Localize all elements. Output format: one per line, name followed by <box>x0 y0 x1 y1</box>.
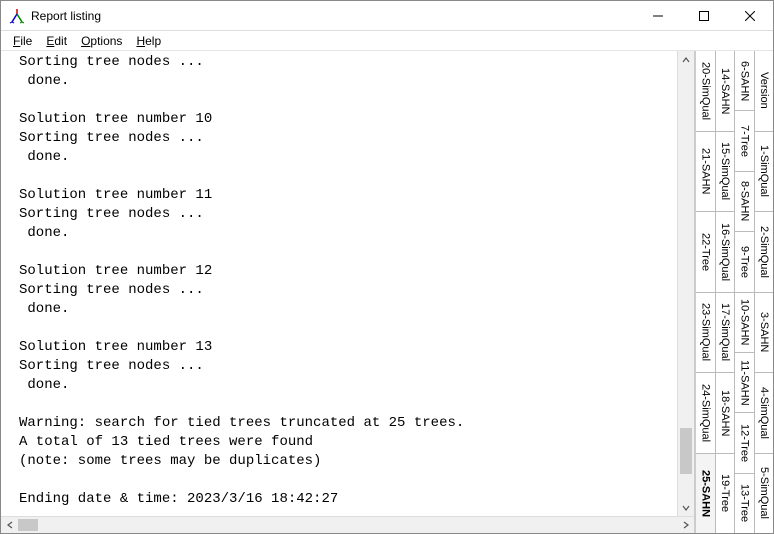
tab-column-2: 14-SAHN15-SimQual16-SimQual17-SimQual18-… <box>716 51 736 533</box>
tab-8-sahn[interactable]: 8-SAHN <box>735 172 754 232</box>
scroll-left-arrow-icon[interactable] <box>1 517 18 533</box>
tab-5-simqual[interactable]: 5-SimQual <box>755 454 774 534</box>
window-controls <box>635 1 773 30</box>
menu-file-rest: ile <box>20 34 32 48</box>
menu-edit[interactable]: Edit <box>40 33 73 49</box>
tab-14-sahn[interactable]: 14-SAHN <box>716 51 735 132</box>
tab-23-simqual[interactable]: 23-SimQual <box>696 293 715 374</box>
tab-6-sahn[interactable]: 6-SAHN <box>735 51 754 111</box>
horizontal-scrollbar[interactable] <box>1 516 694 533</box>
tabs-panel: 20-SimQual21-SAHN22-Tree23-SimQual24-Sim… <box>695 51 773 533</box>
tab-3-sahn[interactable]: 3-SAHN <box>755 293 774 374</box>
scroll-right-arrow-icon[interactable] <box>677 517 694 533</box>
tab-11-sahn[interactable]: 11-SAHN <box>735 353 754 413</box>
tab-4-simqual[interactable]: 4-SimQual <box>755 373 774 454</box>
tab-1-simqual[interactable]: 1-SimQual <box>755 132 774 213</box>
window-title: Report listing <box>31 9 101 23</box>
tab-column-4: Version1-SimQual2-SimQual3-SAHN4-SimQual… <box>755 51 774 533</box>
menu-edit-rest: dit <box>54 34 67 48</box>
menubar: File Edit Options Help <box>1 31 773 51</box>
tab-7-tree[interactable]: 7-Tree <box>735 111 754 171</box>
tab-15-simqual[interactable]: 15-SimQual <box>716 132 735 213</box>
minimize-button[interactable] <box>635 1 681 30</box>
content-frame: Sorting tree nodes ... done. Solution tr… <box>1 51 695 533</box>
menu-file[interactable]: File <box>7 33 38 49</box>
tab-13-tree[interactable]: 13-Tree <box>735 474 754 533</box>
vertical-scrollbar[interactable] <box>677 51 694 516</box>
report-text[interactable]: Sorting tree nodes ... done. Solution tr… <box>1 51 677 516</box>
tab-19-tree[interactable]: 19-Tree <box>716 454 735 534</box>
tab-column-3: 6-SAHN7-Tree8-SAHN9-Tree10-SAHN11-SAHN12… <box>735 51 755 533</box>
menu-help[interactable]: Help <box>130 33 167 49</box>
tab-24-simqual[interactable]: 24-SimQual <box>696 373 715 454</box>
menu-options[interactable]: Options <box>75 33 128 49</box>
tab-16-simqual[interactable]: 16-SimQual <box>716 212 735 293</box>
titlebar: Report listing <box>1 1 773 31</box>
maximize-button[interactable] <box>681 1 727 30</box>
tab-25-sahn[interactable]: 25-SAHN <box>696 454 715 534</box>
tab-20-simqual[interactable]: 20-SimQual <box>696 51 715 132</box>
scroll-down-arrow-icon[interactable] <box>678 499 694 516</box>
app-icon <box>9 8 25 24</box>
vscroll-thumb[interactable] <box>680 428 692 475</box>
tab-17-simqual[interactable]: 17-SimQual <box>716 293 735 374</box>
tab-10-sahn[interactable]: 10-SAHN <box>735 293 754 353</box>
tab-9-tree[interactable]: 9-Tree <box>735 232 754 292</box>
tab-2-simqual[interactable]: 2-SimQual <box>755 212 774 293</box>
menu-options-rest: ptions <box>90 34 122 48</box>
tab-21-sahn[interactable]: 21-SAHN <box>696 132 715 213</box>
scroll-up-arrow-icon[interactable] <box>678 51 694 68</box>
text-region: Sorting tree nodes ... done. Solution tr… <box>1 51 694 516</box>
tab-18-sahn[interactable]: 18-SAHN <box>716 373 735 454</box>
hscroll-thumb[interactable] <box>18 519 38 531</box>
tab-12-tree[interactable]: 12-Tree <box>735 413 754 473</box>
tab-version[interactable]: Version <box>755 51 774 132</box>
menu-help-rest: elp <box>145 34 161 48</box>
close-button[interactable] <box>727 1 773 30</box>
tab-22-tree[interactable]: 22-Tree <box>696 212 715 293</box>
tab-column-1: 20-SimQual21-SAHN22-Tree23-SimQual24-Sim… <box>696 51 716 533</box>
workarea: Sorting tree nodes ... done. Solution tr… <box>1 51 773 533</box>
